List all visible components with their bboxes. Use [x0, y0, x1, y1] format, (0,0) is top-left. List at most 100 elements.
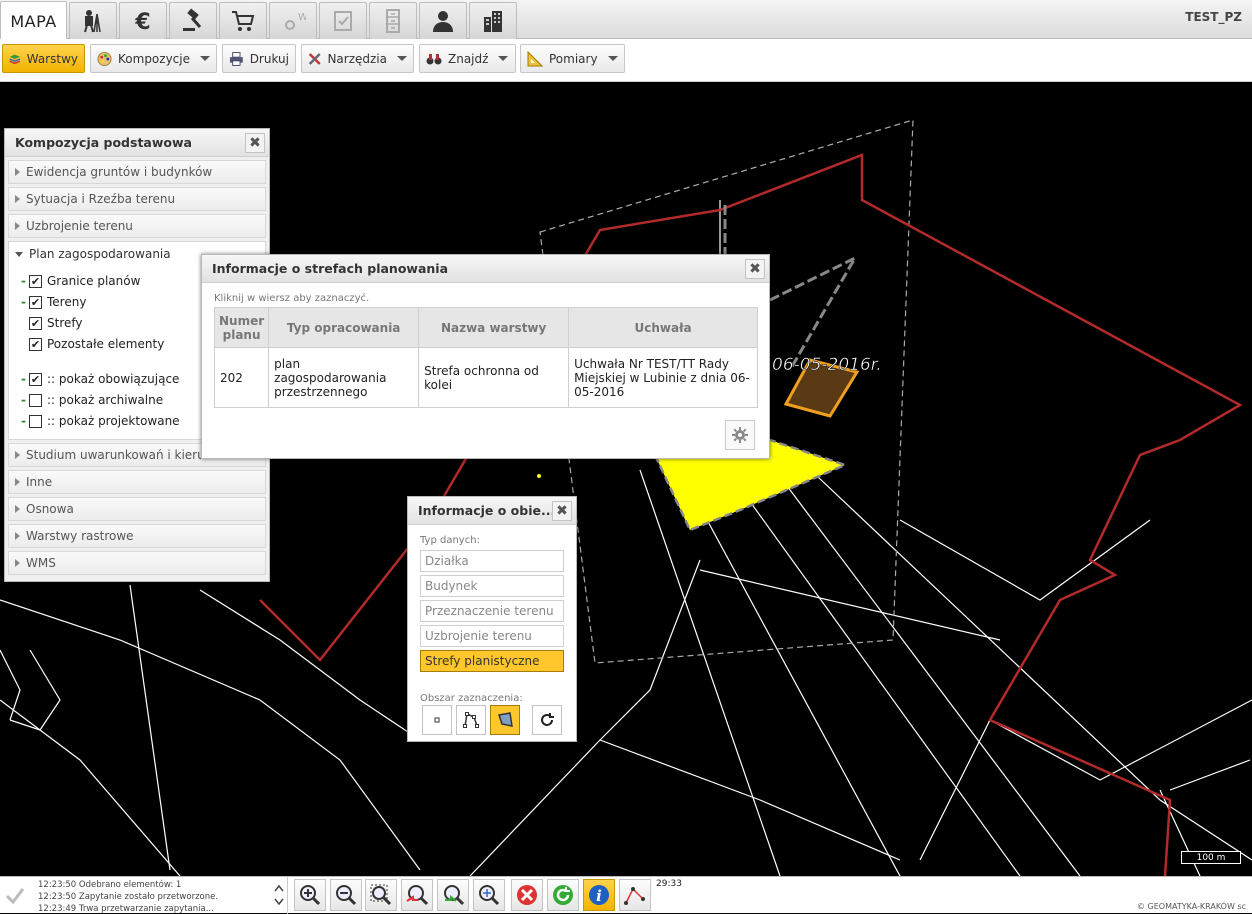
- layer-group-cadastre[interactable]: Ewidencja gruntów i budynków: [8, 160, 266, 184]
- layer-group-wms[interactable]: WMS: [8, 551, 266, 575]
- cart-icon: [232, 11, 255, 31]
- tab-map[interactable]: MAPA: [0, 1, 67, 40]
- tab-building[interactable]: [469, 2, 517, 39]
- composition-panel-title: Kompozycja podstawowa: [15, 135, 192, 150]
- chevron-down-icon: [15, 251, 23, 257]
- measure-button[interactable]: Pomiary: [520, 44, 625, 73]
- column-header[interactable]: Typ opracowania: [268, 307, 420, 348]
- type-building-option[interactable]: Budynek: [420, 575, 564, 597]
- type-parcel-option[interactable]: Działka: [420, 550, 564, 572]
- cancel-button[interactable]: [511, 879, 543, 911]
- tab-wfs[interactable]: W: [269, 2, 317, 39]
- filter-current[interactable]: - ✔:: pokaż obowiązujące: [21, 372, 179, 386]
- type-landuse-option[interactable]: Przeznaczenie terenu: [420, 600, 564, 622]
- zone-info-header[interactable]: Informacje o strefach planowania ✖: [202, 255, 769, 283]
- zoom-previous-button[interactable]: [401, 879, 433, 911]
- tools-icon: [308, 52, 321, 65]
- zoom-out-icon: [336, 885, 357, 906]
- tab-finance[interactable]: €: [119, 2, 167, 39]
- tab-map-label: MAPA: [10, 11, 57, 31]
- layer-other-elements[interactable]: ✔ Pozostałe elementy: [21, 337, 164, 351]
- zoom-next-button[interactable]: [437, 879, 469, 911]
- select-line-button[interactable]: [456, 705, 486, 735]
- measure-tool-button[interactable]: [619, 879, 651, 911]
- refresh-map-button[interactable]: [547, 879, 579, 911]
- layer-plan-boundaries[interactable]: - ✔ Granice planów: [21, 274, 140, 288]
- composition-panel-header[interactable]: Kompozycja podstawowa ✖: [5, 129, 269, 157]
- tab-doc[interactable]: [319, 2, 367, 39]
- printer-icon: [229, 51, 243, 66]
- checkbox[interactable]: ✔: [29, 316, 42, 330]
- close-icon[interactable]: ✖: [745, 259, 765, 279]
- area-label: Obszar zaznaczenia:: [420, 693, 523, 704]
- type-utilities-option[interactable]: Uzbrojenie terenu: [420, 625, 564, 647]
- layer-group-other[interactable]: Inne: [8, 470, 266, 494]
- cancel-icon: [517, 885, 537, 905]
- checkbox[interactable]: ✔: [29, 295, 42, 309]
- checkbox[interactable]: ✔: [29, 274, 42, 288]
- layer-group-raster[interactable]: Warstwy rastrowe: [8, 524, 266, 548]
- checkbox[interactable]: [29, 414, 42, 428]
- column-header[interactable]: Uchwała: [568, 307, 758, 348]
- copyright-text: © GEOMATYKA-KRAKÓW sc: [1137, 902, 1246, 911]
- select-point-button[interactable]: [422, 705, 452, 735]
- filter-archived[interactable]: -:: pokaż archiwalne: [21, 393, 163, 407]
- zone-info-title: Informacje o strefach planowania: [212, 261, 449, 276]
- layer-group-label: Uzbrojenie terenu: [26, 219, 133, 233]
- filter-projected[interactable]: -:: pokaż projektowane: [21, 414, 180, 428]
- tab-law[interactable]: [169, 2, 217, 39]
- find-button[interactable]: Znajdź: [419, 44, 516, 73]
- compositions-button[interactable]: Kompozycje: [90, 44, 217, 73]
- layer-areas[interactable]: - ✔ Tereny: [21, 295, 86, 309]
- layer-group-label: Ewidencja gruntów i budynków: [26, 165, 213, 179]
- column-header[interactable]: Nazwa warstwy: [418, 307, 570, 348]
- zoom-extent-button[interactable]: [473, 879, 505, 911]
- settings-button[interactable]: [725, 420, 755, 450]
- data-type-label: Typ danych:: [420, 535, 480, 546]
- tree-dash: -: [21, 414, 26, 428]
- print-button[interactable]: Drukuj: [222, 44, 296, 73]
- main-toolbar: Warstwy Kompozycje Drukuj Narzędzia Znaj…: [0, 39, 1252, 82]
- chevron-right-icon: [15, 505, 20, 513]
- zoom-box-button[interactable]: [365, 879, 397, 911]
- layer-group-utilities[interactable]: Uzbrojenie terenu: [8, 214, 266, 238]
- tab-shop[interactable]: [219, 2, 267, 39]
- tab-person[interactable]: [419, 2, 467, 39]
- zoom-extent-icon: [479, 885, 500, 906]
- checkbox[interactable]: ✔: [29, 372, 42, 386]
- user-name[interactable]: TEST_PZ: [1185, 10, 1242, 24]
- checkbox[interactable]: [29, 393, 42, 407]
- close-icon[interactable]: ✖: [552, 501, 572, 521]
- table-row[interactable]: 202 plan zagospodarowania przestrzennego…: [213, 347, 758, 408]
- type-zones-option[interactable]: Strefy planistyczne: [420, 650, 564, 672]
- zone-info-table: Numer planu Typ opracowania Nazwa warstw…: [213, 307, 758, 408]
- tools-button[interactable]: Narzędzia: [301, 44, 414, 73]
- select-polygon-button[interactable]: [490, 705, 520, 735]
- layer-group-situation[interactable]: Sytuacja i Rzeźba terenu: [8, 187, 266, 211]
- log-scroll-arrows[interactable]: [272, 879, 286, 911]
- checkbox[interactable]: ✔: [29, 337, 42, 351]
- chevron-down-icon: [200, 56, 210, 61]
- chevron-down-icon: [607, 56, 618, 61]
- table-cell: plan zagospodarowania przestrzennego: [268, 347, 420, 408]
- chevron-right-icon: [15, 168, 20, 176]
- layer-zones[interactable]: ✔ Strefy: [21, 316, 83, 330]
- close-icon[interactable]: ✖: [245, 133, 265, 153]
- column-header[interactable]: Numer planu: [213, 307, 270, 348]
- zoom-forward-icon: [444, 885, 465, 906]
- object-info-header[interactable]: Informacje o obie... ✖: [408, 497, 576, 525]
- chevron-right-icon: [15, 222, 20, 230]
- svg-text:W: W: [298, 12, 306, 23]
- layer-group-label: Plan zagospodarowania: [29, 247, 171, 261]
- zoom-out-button[interactable]: [330, 879, 362, 911]
- info-button[interactable]: i: [583, 879, 615, 911]
- table-cell: Uchwała Nr TEST/TT Rady Miejskiej w Lubi…: [568, 347, 758, 408]
- layer-group-control[interactable]: Osnowa: [8, 497, 266, 521]
- tab-surveyor[interactable]: [69, 2, 117, 39]
- refresh-icon: [541, 713, 554, 726]
- tab-cabinet[interactable]: [369, 2, 417, 39]
- refresh-button[interactable]: [532, 705, 562, 735]
- table-cell: Strefa ochronna od kolei: [418, 347, 570, 408]
- layers-button[interactable]: Warstwy: [2, 44, 85, 73]
- zoom-in-button[interactable]: [294, 879, 326, 911]
